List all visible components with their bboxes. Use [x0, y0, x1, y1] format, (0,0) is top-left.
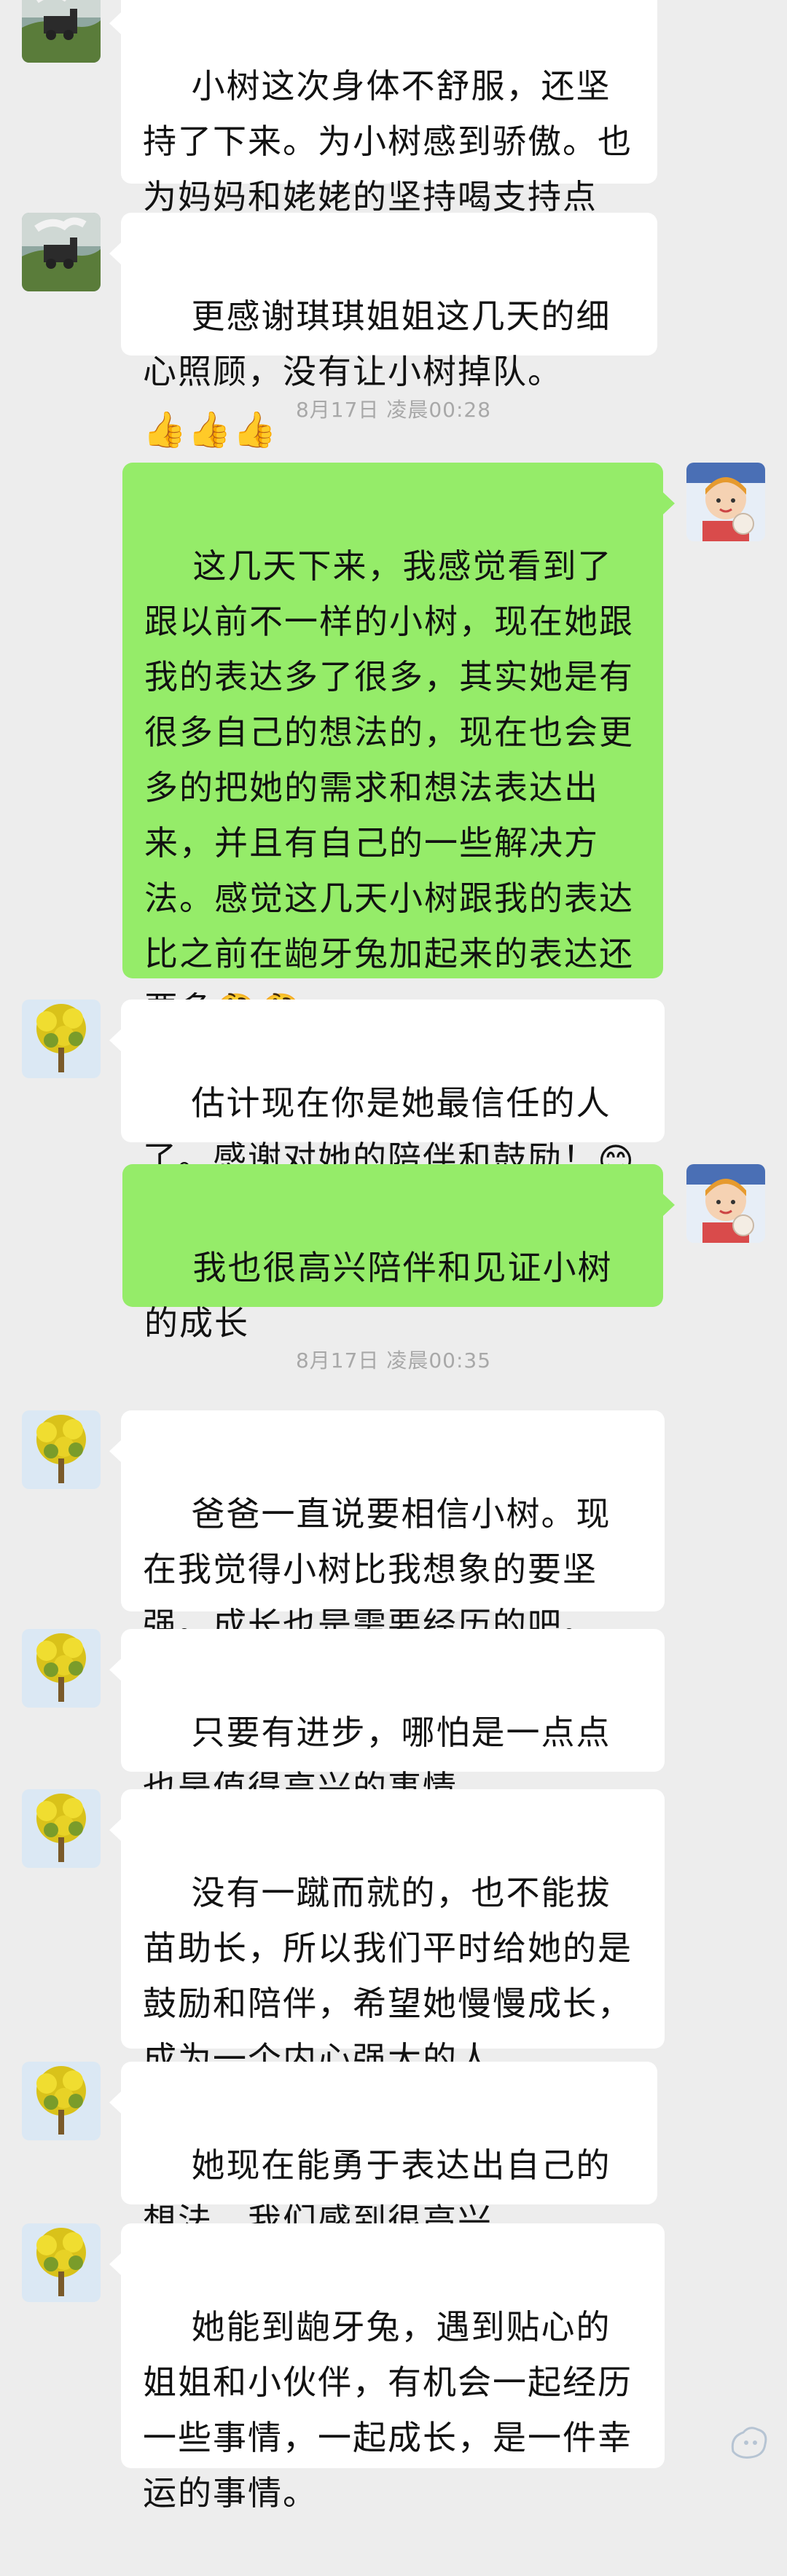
watermark-logo-icon — [727, 2422, 771, 2463]
flower-avatar[interactable] — [22, 1789, 101, 1868]
train-avatar[interactable] — [22, 0, 101, 63]
message-bubble: 小树这次身体不舒服，还坚持了下来。为小树感到骄傲。也为妈妈和姥姥的坚持喝支持点赞… — [109, 0, 657, 272]
message-bubble: 这几天下来，我感觉看到了跟以前不一样的小树，现在她跟我的表达多了很多，其实她是有… — [122, 463, 675, 1032]
message-text: 爸爸一直说要相信小树。现在我觉得小树比我想象的要坚强。成长也是需要经历的吧。 — [143, 1494, 611, 1644]
child-avatar[interactable] — [686, 463, 765, 541]
timestamp: 8月17日 凌晨00:35 — [295, 1348, 492, 1373]
message-bubble: 爸爸一直说要相信小树。现在我觉得小树比我想象的要坚强。成长也是需要经历的吧。 — [109, 1410, 665, 1644]
flower-avatar[interactable] — [22, 1000, 101, 1078]
message-bubble: 更感谢琪琪姐姐这几天的细心照顾，没有让小树掉队。👍👍👍 — [109, 213, 657, 450]
message-text: 这几天下来，我感觉看到了跟以前不一样的小树，现在她跟我的表达多了很多，其实她是有… — [144, 546, 634, 1029]
message-text: 我也很高兴陪伴和见证小树的成长 — [144, 1248, 613, 1343]
message-bubble: 没有一蹴而就的，也不能拔苗助长，所以我们平时给她的是鼓励和陪伴，希望她慢慢成长，… — [109, 1789, 665, 2078]
timestamp: 8月17日 凌晨00:28 — [295, 398, 492, 422]
message-text: 她能到龅牙兔，遇到贴心的姐姐和小伙伴，有机会一起经历一些事情，一起成长，是一件幸… — [143, 2307, 633, 2513]
message-bubble: 只要有进步，哪怕是一点点也是值得高兴的事情。 — [109, 1629, 665, 1807]
flower-avatar[interactable] — [22, 2062, 101, 2140]
message-bubble: 她能到龅牙兔，遇到贴心的姐姐和小伙伴，有机会一起经历一些事情，一起成长，是一件幸… — [109, 2223, 665, 2513]
message-text: 没有一蹴而就的，也不能拔苗助长，所以我们平时给她的是鼓励和陪伴，希望她慢慢成长，… — [143, 1873, 633, 2078]
flower-avatar[interactable] — [22, 1410, 101, 1489]
flower-avatar[interactable] — [22, 2223, 101, 2302]
message-bubble: 估计现在你是她最信任的人了。感谢对她的陪伴和鼓励！😊 — [109, 1000, 665, 1182]
message-bubble: 她现在能勇于表达出自己的想法，我们感到很高兴。 — [109, 2062, 657, 2240]
message-text: 更感谢琪琪姐姐这几天的细心照顾，没有让小树掉队。 — [143, 297, 611, 391]
train-avatar[interactable] — [22, 213, 101, 291]
message-bubble: 我也很高兴陪伴和见证小树的成长 — [122, 1164, 675, 1343]
flower-avatar[interactable] — [22, 1629, 101, 1708]
child-avatar[interactable] — [686, 1164, 765, 1243]
